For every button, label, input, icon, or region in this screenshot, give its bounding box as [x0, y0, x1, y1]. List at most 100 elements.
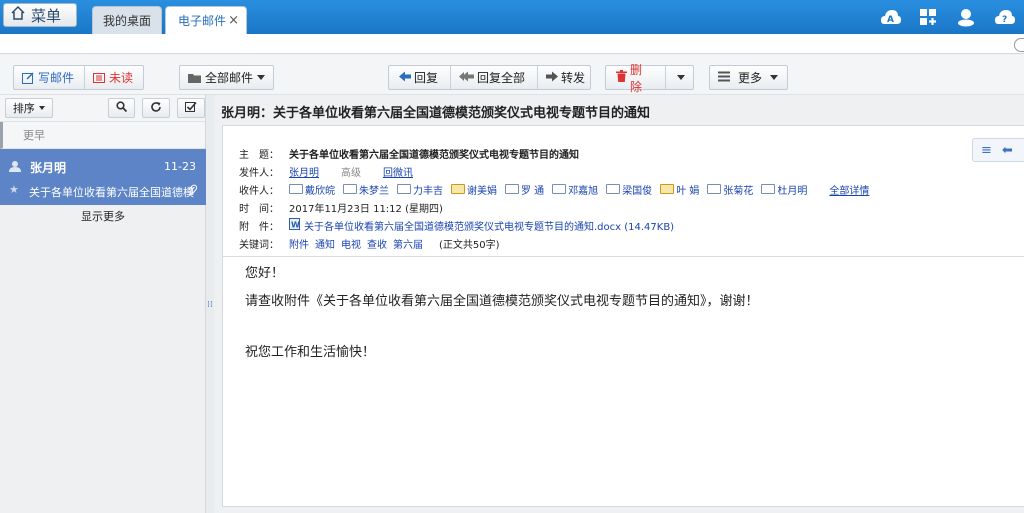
receipt-link[interactable]: 回微讯 — [383, 164, 413, 179]
keyword-tag[interactable]: 通知 — [315, 236, 335, 251]
recipient-name: 叶 娟 — [676, 185, 700, 197]
envelope-icon — [343, 184, 357, 194]
recipient-name: 邓嘉旭 — [568, 185, 599, 197]
keyword-tag[interactable]: 第六届 — [393, 236, 423, 251]
message-float-toolbar: ≡ ⬅ — [972, 138, 1024, 162]
envelope-icon — [451, 184, 465, 194]
unread-button[interactable]: 未读 — [89, 69, 133, 86]
svg-text:A: A — [887, 15, 894, 25]
keywords-row: 关键词： 附件 通知 电视 查收 第六届 (正文共50字) — [239, 234, 979, 252]
recipient-name: 梁国俊 — [622, 185, 653, 197]
pane-splitter[interactable]: ⁞⁞ — [206, 95, 214, 513]
time-label: 时 间： — [239, 203, 279, 215]
time-row: 时 间： 2017年11月23日 11:12 (星期四) — [239, 198, 979, 216]
unread-icon — [93, 72, 106, 84]
menu-lines-icon[interactable]: ≡ — [981, 143, 992, 158]
from-label: 发件人： — [239, 167, 279, 179]
forward-button[interactable]: 转发 — [542, 69, 585, 86]
sender-link[interactable]: 张月明 — [289, 164, 319, 179]
aa-icon[interactable]: A — [880, 7, 901, 27]
help-icon[interactable]: ? — [994, 7, 1015, 27]
mail-toolbar: 写邮件 未读 全部邮件 回复 回复全部 转发 删除 更多 — [0, 55, 1024, 95]
sort-label: 排序 — [12, 102, 35, 115]
recipient[interactable]: 罗 通 — [505, 182, 544, 197]
attachment-link[interactable]: 关于各单位收看第六届全国道德模范颁奖仪式电视专题节目的通知.docx (14.4… — [304, 218, 674, 233]
chevron-down-icon — [770, 75, 779, 80]
compose-icon — [22, 71, 35, 84]
recipient[interactable]: 张菊花 — [707, 182, 753, 197]
envelope-icon — [707, 184, 722, 194]
unread-label: 未读 — [109, 71, 134, 85]
recipient-name: 谢美娟 — [467, 185, 497, 197]
recipient[interactable]: 杜月明 — [761, 182, 807, 197]
envelope-icon — [761, 184, 776, 194]
chevron-down-icon — [677, 75, 686, 80]
recipient-name: 朱梦兰 — [359, 185, 389, 197]
mark-read-button[interactable] — [177, 98, 206, 118]
subject-label: 主 题： — [239, 149, 279, 161]
list-item[interactable]: 张月明 11-23 ★ 关于各单位收看第六届全国道德模 — [0, 149, 206, 205]
recipient-name: 力丰吉 — [413, 185, 443, 197]
reply-all-button[interactable]: 回复全部 — [455, 69, 525, 86]
recipient[interactable]: 谢美娟 — [451, 182, 497, 197]
forward-label: 转发 — [561, 71, 586, 85]
chevron-down-icon — [257, 75, 265, 80]
recipient[interactable]: 朱梦兰 — [343, 182, 389, 197]
refresh-button[interactable] — [142, 98, 171, 118]
reply-all-icon — [459, 71, 475, 85]
scroll-handle[interactable] — [1014, 38, 1024, 52]
reply-label: 回复 — [414, 71, 439, 85]
user-icon[interactable] — [956, 7, 976, 27]
recipient[interactable]: 力丰吉 — [397, 182, 443, 197]
menu-label: 菜单 — [31, 6, 62, 25]
delete-label: 删除 — [630, 62, 643, 94]
delete-button[interactable]: 删除 — [616, 61, 651, 95]
compose-button[interactable]: 写邮件 — [22, 69, 74, 86]
attachment-row: 附 件： W 关于各单位收看第六届全国道德模范颁奖仪式电视专题节目的通知.doc… — [239, 216, 979, 234]
keyword-tag[interactable]: 附件 — [289, 236, 309, 251]
forward-arrow-icon — [546, 71, 559, 85]
tab-my-desktop[interactable]: 我的桌面 — [92, 6, 162, 34]
doc-file-icon: W — [289, 217, 300, 233]
recipient[interactable]: 戴欣皖 — [289, 182, 335, 197]
attachment-icon — [188, 184, 198, 198]
svg-text:W: W — [291, 220, 300, 229]
reply-arrow-icon — [399, 71, 411, 85]
keyword-tag[interactable]: 电视 — [341, 236, 361, 251]
top-bar: 菜单 我的桌面 电子邮件 × A ? — [0, 0, 1024, 34]
subject-row: 主 题： 关于各单位收看第六届全国道德模范颁奖仪式电视专题节目的通知 — [239, 144, 979, 162]
reply-button[interactable]: 回复 — [399, 69, 438, 86]
apps-icon[interactable] — [918, 7, 938, 27]
page-title: 张月明：关于各单位收看第六届全国道德模范颁奖仪式电视专题节目的通知 — [221, 106, 651, 121]
reply-arrow-icon[interactable]: ⬅ — [1002, 143, 1013, 158]
more-dropdown[interactable]: 更多 — [709, 65, 788, 90]
message-body: 您好！ 请查收附件《关于各单位收看第六届全国道德模范颁奖仪式电视专题节目的通知》… — [245, 267, 759, 374]
mail-date: 11-23 — [164, 160, 196, 173]
star-icon[interactable]: ★ — [9, 183, 19, 196]
tab-label: 我的桌面 — [102, 14, 151, 28]
recipient[interactable]: 叶 娟 — [660, 182, 699, 197]
recipient-name: 罗 通 — [521, 185, 545, 197]
recipient-name: 杜月明 — [777, 185, 808, 197]
body-line: 请查收附件《关于各单位收看第六届全国道德模范颁奖仪式电视专题节目的通知》，谢谢！ — [245, 294, 759, 309]
check-icon — [185, 101, 197, 116]
avatar-icon — [9, 160, 21, 175]
close-icon[interactable]: × — [228, 13, 239, 28]
keyword-tag[interactable]: 查收 — [367, 236, 387, 251]
show-more-link[interactable]: 显示更多 — [0, 208, 206, 224]
search-button[interactable] — [107, 98, 136, 118]
recipient[interactable]: 邓嘉旭 — [552, 182, 598, 197]
all-details-link[interactable]: 全部详情 — [829, 182, 869, 197]
reply-group: 回复 回复全部 转发 — [388, 65, 591, 90]
list-icon — [718, 71, 730, 85]
sort-dropdown[interactable]: 排序 — [5, 98, 53, 118]
all-mail-label: 全部邮件 — [205, 71, 254, 85]
menu-button[interactable]: 菜单 — [3, 3, 77, 27]
delete-group: 删除 — [605, 63, 694, 94]
tab-email[interactable]: 电子邮件 × — [165, 6, 247, 34]
delete-options-dropdown[interactable] — [669, 75, 693, 80]
reply-all-label: 回复全部 — [477, 71, 526, 85]
recipient[interactable]: 梁国俊 — [606, 182, 652, 197]
all-mail-dropdown[interactable]: 全部邮件 — [179, 65, 274, 90]
svg-text:?: ? — [1002, 15, 1007, 25]
